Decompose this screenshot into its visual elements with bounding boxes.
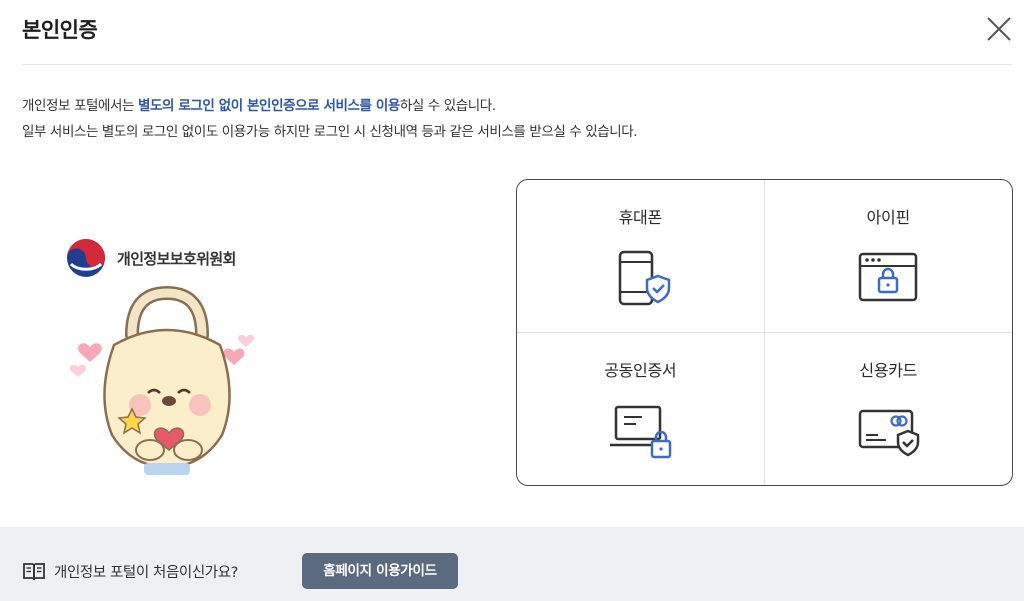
auth-option-certificate[interactable]: 공동인증서 (517, 332, 765, 485)
credit-card-shield-icon (859, 409, 920, 456)
auth-option-label: 신용카드 (859, 360, 918, 380)
laptop-lock-icon (610, 405, 672, 458)
description-suffix: 하실 수 있습니다. (399, 98, 496, 114)
dialog-header: 본인인증 (0, 0, 1024, 64)
auth-method-grid: 휴대폰 아이핀 공동인증서 신용카드 (516, 179, 1013, 486)
auth-option-label: 휴대폰 (618, 208, 663, 227)
homepage-guide-button[interactable]: 홈페이지 이용가이드 (302, 553, 458, 589)
description-prefix: 개인정보 포털에서는 (22, 98, 138, 114)
auth-option-mobile[interactable]: 휴대폰 (517, 180, 765, 333)
mobile-phone-shield-icon (619, 250, 671, 306)
auth-option-credit-card[interactable]: 신용카드 (765, 333, 1013, 486)
close-button[interactable] (984, 14, 1014, 44)
header-divider (22, 64, 1012, 65)
organization-logo: 개인정보보호위원회 (65, 237, 236, 279)
organization-name: 개인정보보호위원회 (117, 249, 236, 268)
first-visit-question: 개인정보 포털이 처음이신가요? (54, 565, 238, 581)
browser-lock-icon (859, 252, 918, 302)
lock-mascot-illustration (69, 285, 255, 475)
dialog-title: 본인인증 (22, 18, 98, 42)
description-line-2: 일부 서비스는 별도의 로그인 없이도 이용가능 하지만 로그인 시 신청내역 … (22, 124, 638, 140)
book-icon (23, 563, 45, 581)
description-highlight: 별도의 로그인 없이 본인인증으로 서비스를 이용 (137, 98, 400, 114)
auth-option-label: 아이핀 (866, 208, 911, 227)
description: 개인정보 포털에서는 별도의 로그인 없이 본인인증으로 서비스를 이용하실 수… (22, 93, 638, 145)
auth-option-label: 공동인증서 (604, 360, 677, 380)
taegeuk-emblem-icon (67, 239, 105, 277)
description-line-1: 개인정보 포털에서는 별도의 로그인 없이 본인인증으로 서비스를 이용하실 수… (22, 93, 637, 119)
close-icon (987, 17, 1011, 41)
auth-option-ipin[interactable]: 아이핀 (764, 180, 1012, 333)
footer-bar: 개인정보 포털이 처음이신가요? 홈페이지 이용가이드 (0, 527, 1024, 601)
